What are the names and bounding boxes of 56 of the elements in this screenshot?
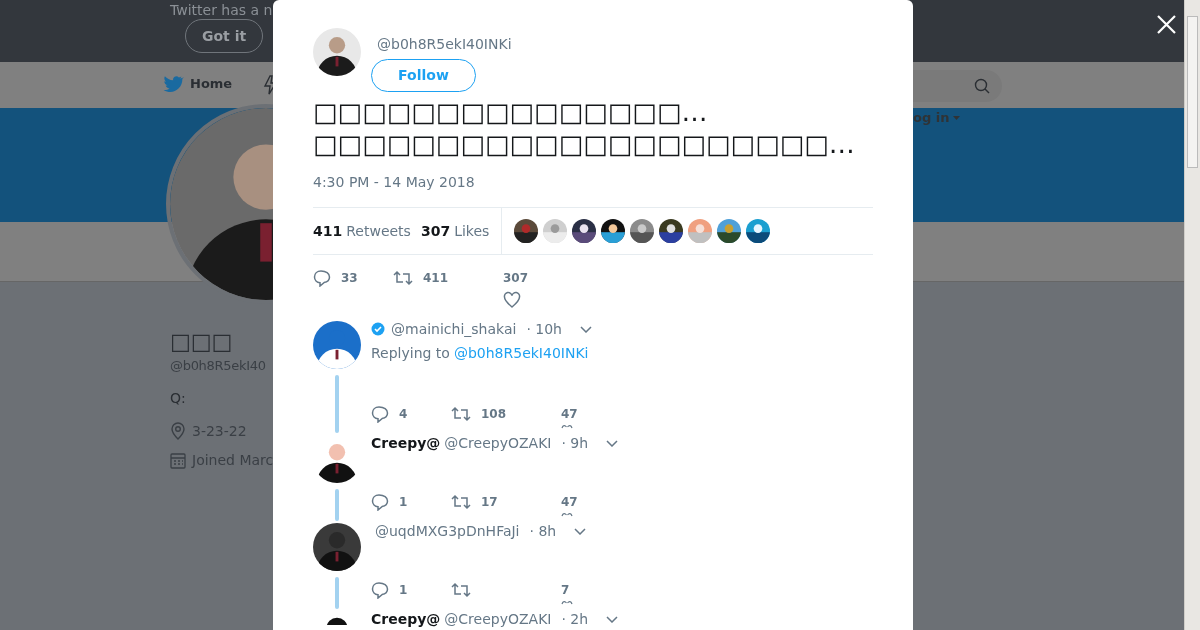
lightning-icon[interactable] — [263, 75, 273, 95]
retweet-icon[interactable] — [451, 493, 471, 511]
like-count: 47 — [561, 406, 578, 423]
reply-icon[interactable] — [313, 269, 331, 287]
profile-name: □□□ — [170, 328, 234, 356]
chevron-down-icon[interactable] — [606, 439, 619, 447]
verified-badge-icon — [371, 322, 385, 336]
reply-icon[interactable] — [371, 493, 389, 511]
location-icon — [170, 422, 186, 440]
mention-link[interactable]: @b0h8R5ekI40INKi — [453, 345, 589, 361]
retweet-count: 108 — [481, 406, 507, 423]
chevron-down-icon[interactable] — [606, 615, 619, 623]
retweet-count: 411 — [423, 270, 449, 287]
profile-bio: Q: — [170, 388, 187, 408]
reply-count: 1 — [399, 494, 408, 511]
notice-text: Twitter has a n — [170, 1, 273, 20]
post-time: · 10h — [526, 319, 562, 339]
reply-count: 1 — [399, 582, 408, 599]
home-tab[interactable]: Home — [162, 74, 233, 94]
post-time: · 2h — [561, 609, 589, 629]
like-count: 47 — [561, 494, 578, 511]
user-handle: @mainichi_shakai — [391, 319, 517, 339]
like-count: 7 — [561, 582, 570, 599]
chevron-down-icon[interactable] — [574, 527, 587, 535]
search-icon — [974, 78, 990, 94]
user-name: Creepy@ — [371, 609, 441, 629]
user-name: Creepy@ — [371, 433, 441, 453]
reply-count: 33 — [341, 270, 358, 287]
replying-label: Replying to — [371, 345, 450, 361]
bird-icon — [162, 74, 184, 94]
user-handle: @CreepyOZAKI — [444, 433, 552, 453]
retweets-count[interactable]: 411 Retweets — [313, 220, 411, 242]
user-handle: @uqdMXG3pDnHFaJi — [375, 521, 520, 541]
reply-icon[interactable] — [371, 581, 389, 599]
reply-count: 4 — [399, 406, 408, 423]
search-field[interactable] — [913, 70, 1002, 102]
post-time: · 9h — [561, 433, 589, 453]
likes-count[interactable]: 307 Likes — [420, 220, 490, 242]
tweet-text-line: □□□□□□□□□□□□□□□□□□□□□… — [313, 128, 856, 160]
chevron-down-icon[interactable] — [580, 325, 592, 333]
like-count: 307 — [503, 270, 529, 287]
user-handle: @b0h8R5ekI40INKi — [377, 35, 512, 54]
login-label: og in — [913, 109, 950, 127]
user-handle: @CreepyOZAKI — [444, 609, 552, 629]
retweet-count: 17 — [481, 494, 498, 511]
tweet-timestamp: 4:30 PM - 14 May 2018 — [313, 173, 476, 192]
retweet-icon[interactable] — [393, 269, 413, 287]
retweet-icon[interactable] — [451, 405, 471, 423]
calendar-icon — [170, 451, 186, 469]
caret-icon — [953, 115, 961, 120]
close-icon[interactable] — [1157, 15, 1176, 34]
retweet-icon[interactable] — [451, 581, 471, 599]
reply-icon[interactable] — [371, 405, 389, 423]
post-time: · 8h — [529, 521, 557, 541]
scrollbar[interactable] — [1184, 0, 1200, 630]
tweet-text-line: □□□□□□□□□□□□□□□… — [313, 96, 709, 128]
